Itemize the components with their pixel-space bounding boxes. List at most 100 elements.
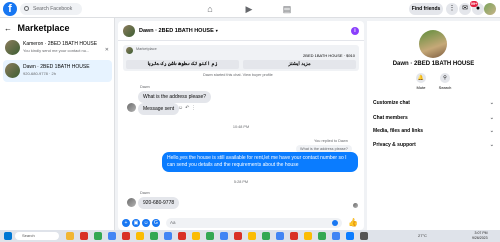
back-arrow-icon[interactable]: ← xyxy=(4,24,12,33)
like-icon[interactable]: 👍 xyxy=(348,218,358,227)
sidebar-title: Marketplace xyxy=(17,23,70,33)
listing-title: 2BED 1BATH HOUSE · $910 xyxy=(303,53,355,58)
close-icon[interactable]: ✕ xyxy=(105,47,109,53)
taskbar-app-icon[interactable] xyxy=(360,232,368,240)
profile-avatar[interactable] xyxy=(419,30,447,58)
info-icon[interactable]: i xyxy=(351,27,359,35)
taskbar-app-icon[interactable] xyxy=(150,232,158,240)
conversation-item-kameron[interactable]: Kameron · 2BED 1BATH HOUSE You kindly se… xyxy=(3,37,112,59)
sender-avatar xyxy=(127,103,136,112)
conversation-item-dawn[interactable]: Dawn · 2BED 1BATH HOUSE 920-680-9778 · 2… xyxy=(3,60,112,82)
sender-name: Dawn xyxy=(140,191,150,195)
listing-thumbnail xyxy=(126,47,133,54)
plus-icon[interactable]: + xyxy=(122,219,130,227)
taskbar-app-icon[interactable] xyxy=(234,232,242,240)
taskbar-app-icon[interactable] xyxy=(122,232,130,240)
search-placeholder: Search Facebook xyxy=(33,6,73,12)
gif-icon[interactable]: G xyxy=(152,219,160,227)
section-media-files-links[interactable]: Media, files and links ⌄ xyxy=(373,125,494,137)
outgoing-message[interactable]: Hello,yes the house is still available f… xyxy=(162,152,358,172)
conversation-avatar xyxy=(5,63,20,78)
section-privacy-support[interactable]: Privacy & support ⌄ xyxy=(373,139,494,151)
conversation-preview: You kindly send me your contact nu... xyxy=(23,48,90,53)
start-icon[interactable] xyxy=(4,232,12,240)
sticker-icon[interactable]: ☺ xyxy=(142,219,150,227)
chevron-down-icon: ⌄ xyxy=(489,115,494,121)
taskbar-app-icon[interactable] xyxy=(248,232,256,240)
find-friends-button[interactable]: Find friends xyxy=(409,3,443,15)
incoming-message[interactable]: 920-680-9778 xyxy=(138,197,180,209)
sender-avatar xyxy=(127,198,136,207)
taskbar-app-icon[interactable] xyxy=(206,232,214,240)
timestamp: 10:48 PM xyxy=(232,125,250,129)
section-label: Media, files and links xyxy=(373,128,424,134)
conversation-avatar xyxy=(5,40,20,55)
taskbar-search[interactable]: Search xyxy=(15,232,59,240)
taskbar-app-icon[interactable] xyxy=(80,232,88,240)
video-icon[interactable]: ▶ xyxy=(242,3,256,15)
conversation-preview: 920-680-9778 · 2h xyxy=(23,71,56,76)
taskbar-app-icon[interactable] xyxy=(192,232,200,240)
taskbar-app-icon[interactable] xyxy=(290,232,298,240)
emoji-icon[interactable] xyxy=(332,220,338,226)
section-customize-chat[interactable]: Customize chat ⌄ xyxy=(373,97,494,109)
taskbar-app-icon[interactable] xyxy=(164,232,172,240)
taskbar-app-icon[interactable] xyxy=(318,232,326,240)
message-composer: + ▣ ☺ G Aa 👍 xyxy=(118,217,364,230)
taskbar-app-icon[interactable] xyxy=(304,232,312,240)
search-input[interactable]: Search Facebook xyxy=(20,3,82,15)
listing-card[interactable]: Marketplace 2BED 1BATH HOUSE · $910 زم ا… xyxy=(123,45,359,71)
chat-title-button[interactable]: Dawn · 2BED 1BATH HOUSE ▾ xyxy=(139,28,218,34)
listing-action-button-2[interactable]: مزید ایشتز xyxy=(243,60,356,69)
chat-details-panel: Dawn · 2BED 1BATH HOUSE 🔔 Mute ⚲ Search … xyxy=(367,21,500,230)
taskbar-app-icon[interactable] xyxy=(332,232,340,240)
search-button[interactable]: ⚲ Search xyxy=(435,73,455,90)
chat-start-note: Dawn started this chat. View buyer profi… xyxy=(203,73,273,77)
taskbar-app-icon[interactable] xyxy=(178,232,186,240)
message-actions[interactable]: ☺↶⋮ xyxy=(178,105,198,111)
incoming-message[interactable]: Message sent xyxy=(138,103,180,115)
marketplace-inbox-sidebar: ← Marketplace Kameron · 2BED 1BATH HOUSE… xyxy=(0,18,115,230)
taskbar-app-icon[interactable] xyxy=(346,232,354,240)
weather-widget[interactable]: 27°C xyxy=(418,231,427,241)
section-label: Customize chat xyxy=(373,100,410,106)
account-avatar[interactable] xyxy=(484,3,496,15)
search-icon xyxy=(24,6,29,11)
taskbar-app-icon[interactable] xyxy=(262,232,270,240)
system-clock[interactable]: 3:07 PM 9/26/2023 xyxy=(472,231,488,241)
search-icon: ⚲ xyxy=(440,73,450,83)
taskbar-app-icon[interactable] xyxy=(108,232,116,240)
section-chat-members[interactable]: Chat members ⌄ xyxy=(373,112,494,124)
windows-taskbar: Search 27°C 3:07 PM 9/26/2023 xyxy=(0,230,500,242)
chevron-down-icon: ⌄ xyxy=(489,100,494,106)
top-navigation-bar: f Search Facebook ⌂ ▶ ▤ Find friends ⋮ ✉… xyxy=(0,0,500,18)
clock-date: 9/26/2023 xyxy=(472,236,488,240)
notification-badge: 99+ xyxy=(470,1,478,7)
taskbar-app-icon[interactable] xyxy=(94,232,102,240)
taskbar-app-icon[interactable] xyxy=(66,232,74,240)
timestamp: 5:28 PM xyxy=(233,180,249,184)
message-input[interactable]: Aa xyxy=(166,218,342,228)
taskbar-app-icon[interactable] xyxy=(136,232,144,240)
sidebar-header: ← Marketplace xyxy=(4,23,70,33)
menu-grid-icon[interactable]: ⋮ xyxy=(446,3,458,15)
seen-avatar xyxy=(353,203,358,208)
chevron-down-icon: ▾ xyxy=(215,28,218,33)
incoming-message[interactable]: What is the address please? xyxy=(138,91,212,103)
section-label: Privacy & support xyxy=(373,142,416,148)
profile-name: Dawn · 2BED 1BATH HOUSE xyxy=(392,61,475,67)
image-icon[interactable]: ▣ xyxy=(132,219,140,227)
conversation-name: Kameron · 2BED 1BATH HOUSE xyxy=(23,41,98,47)
mute-label: Mute xyxy=(416,85,426,90)
mute-button[interactable]: 🔔 Mute xyxy=(411,73,431,90)
listing-action-button-1[interactable]: زم اکنو ئک ںطوھ ںاشن رک ےئربا xyxy=(126,60,239,69)
facebook-logo[interactable]: f xyxy=(3,2,17,16)
marketplace-icon[interactable]: ▤ xyxy=(280,3,294,15)
chat-panel: Dawn · 2BED 1BATH HOUSE ▾ i Marketplace 2… xyxy=(118,21,364,230)
taskbar-app-icon[interactable] xyxy=(276,232,284,240)
taskbar-app-icon[interactable] xyxy=(220,232,228,240)
chat-header: Dawn · 2BED 1BATH HOUSE ▾ i xyxy=(118,21,364,41)
home-icon[interactable]: ⌂ xyxy=(203,3,217,15)
chat-avatar[interactable] xyxy=(123,25,135,37)
chevron-down-icon: ⌄ xyxy=(489,142,494,148)
